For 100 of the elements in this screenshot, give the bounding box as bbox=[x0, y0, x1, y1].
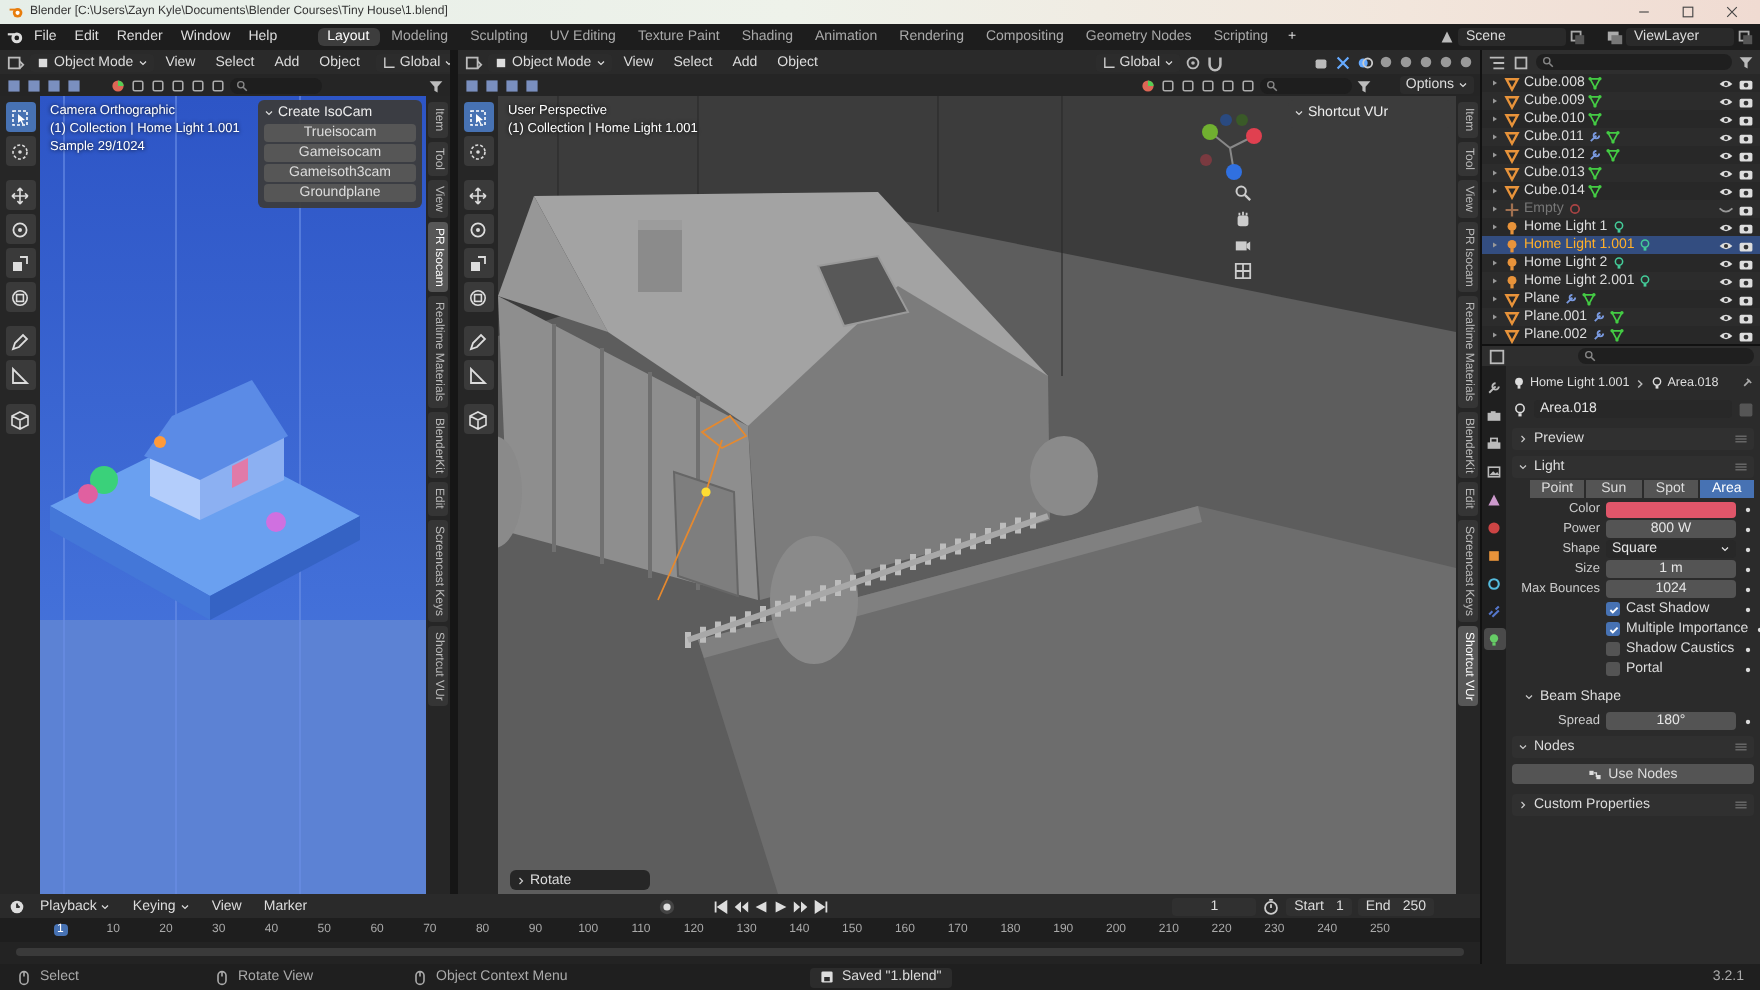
select-box-tool-button[interactable] bbox=[5, 102, 35, 132]
vertex-triangle-icon[interactable] bbox=[1609, 328, 1624, 342]
keyframe-dot-icon[interactable] bbox=[1742, 583, 1754, 595]
properties-tab[interactable] bbox=[1483, 516, 1505, 538]
funnel-icon[interactable] bbox=[1738, 54, 1754, 70]
camera-icon[interactable] bbox=[1738, 237, 1754, 253]
properties-tab[interactable] bbox=[1483, 572, 1505, 594]
vertex-triangle-icon[interactable] bbox=[1588, 76, 1603, 90]
bulb-outline-icon[interactable] bbox=[1638, 274, 1653, 288]
keyframe-dot-icon[interactable] bbox=[1742, 643, 1754, 655]
select-box-tool-button[interactable] bbox=[463, 102, 493, 132]
properties-tab[interactable] bbox=[1483, 432, 1505, 454]
gizmo-icon[interactable] bbox=[1334, 53, 1352, 71]
camera-icon[interactable] bbox=[1738, 291, 1754, 307]
camera-icon[interactable] bbox=[1738, 93, 1754, 109]
wrench-icon[interactable] bbox=[1587, 130, 1602, 144]
bulb-outline-icon[interactable] bbox=[1512, 401, 1528, 417]
editor-type-icon[interactable] bbox=[464, 53, 484, 71]
ruler-tool-button[interactable] bbox=[463, 360, 493, 390]
cube-tool-button[interactable] bbox=[463, 404, 493, 434]
eye-icon[interactable] bbox=[1718, 255, 1734, 271]
keyframe-dot-icon[interactable] bbox=[1742, 543, 1754, 555]
camera-icon[interactable] bbox=[1738, 111, 1754, 127]
eye-icon[interactable] bbox=[1718, 309, 1734, 325]
checkbox[interactable] bbox=[1606, 662, 1620, 676]
eye-icon[interactable] bbox=[1718, 291, 1734, 307]
vertex-triangle-icon[interactable] bbox=[1606, 148, 1621, 162]
editor-type-icon[interactable] bbox=[6, 53, 26, 71]
record-icon[interactable] bbox=[657, 897, 676, 915]
camera-icon[interactable] bbox=[1738, 255, 1754, 271]
copy-icon[interactable] bbox=[1568, 28, 1586, 46]
properties-tab[interactable] bbox=[1483, 628, 1505, 650]
camera-icon[interactable] bbox=[1738, 129, 1754, 145]
camera-icon[interactable] bbox=[1738, 327, 1754, 343]
layers-icon[interactable] bbox=[1606, 28, 1624, 46]
cursor-tool-button[interactable] bbox=[463, 136, 493, 166]
drag-handle-icon[interactable] bbox=[1734, 740, 1748, 754]
properties-tab[interactable] bbox=[1483, 600, 1505, 622]
ruler-tool-button[interactable] bbox=[5, 360, 35, 390]
eye-icon[interactable] bbox=[1718, 183, 1734, 199]
checkbox[interactable] bbox=[1606, 622, 1620, 636]
eye-icon[interactable] bbox=[1718, 219, 1734, 235]
jump-end-icon[interactable] bbox=[811, 897, 830, 915]
transform-tool-button[interactable] bbox=[5, 282, 35, 312]
rotate-tool-button[interactable] bbox=[5, 214, 35, 244]
vertex-triangle-icon[interactable] bbox=[1588, 94, 1603, 108]
vertex-triangle-icon[interactable] bbox=[1588, 184, 1603, 198]
editor-type-icon[interactable] bbox=[1488, 53, 1506, 71]
wrench-icon[interactable] bbox=[1591, 310, 1606, 324]
eye-icon[interactable] bbox=[1718, 147, 1734, 163]
eye-icon[interactable] bbox=[1718, 129, 1734, 145]
grid-icon[interactable] bbox=[1234, 262, 1252, 280]
wrench-icon[interactable] bbox=[1563, 292, 1578, 306]
search-field[interactable] bbox=[1259, 77, 1352, 93]
bulb-outline-icon[interactable] bbox=[1611, 220, 1626, 234]
vertex-triangle-icon[interactable] bbox=[1609, 310, 1624, 324]
drag-handle-icon[interactable] bbox=[1734, 798, 1748, 812]
close-icon[interactable] bbox=[1724, 4, 1740, 20]
eye-icon[interactable] bbox=[1718, 93, 1734, 109]
cube-tool-button[interactable] bbox=[5, 404, 35, 434]
bulb-outline-icon[interactable] bbox=[1611, 256, 1626, 270]
eye-icon[interactable] bbox=[1718, 327, 1734, 343]
camera-icon[interactable] bbox=[1738, 165, 1754, 181]
camera-icon[interactable] bbox=[1234, 236, 1252, 254]
pencil-tool-button[interactable] bbox=[463, 326, 493, 356]
camera-icon[interactable] bbox=[1738, 219, 1754, 235]
keyframe-dot-icon[interactable] bbox=[1742, 603, 1754, 615]
rotate-tool-button[interactable] bbox=[463, 214, 493, 244]
eye-icon[interactable] bbox=[1718, 165, 1734, 181]
jump-start-icon[interactable] bbox=[711, 897, 730, 915]
stopwatch-icon[interactable] bbox=[1262, 897, 1281, 915]
scale-tool-button[interactable] bbox=[5, 248, 35, 278]
editor-type-icon[interactable] bbox=[1488, 347, 1506, 365]
keyframe-dot-icon[interactable] bbox=[1742, 523, 1754, 535]
search-field[interactable] bbox=[1536, 54, 1732, 70]
eye-icon[interactable] bbox=[1718, 75, 1734, 91]
keyframe-dot-icon[interactable] bbox=[1742, 663, 1754, 675]
scale-tool-button[interactable] bbox=[463, 248, 493, 278]
pivot-icon[interactable] bbox=[1184, 53, 1202, 71]
color-wheel-icon[interactable] bbox=[110, 77, 126, 93]
drag-handle-icon[interactable] bbox=[1734, 460, 1748, 474]
eye-icon[interactable] bbox=[1718, 111, 1734, 127]
keyframe-dot-icon[interactable] bbox=[1742, 503, 1754, 515]
camera-icon[interactable] bbox=[1738, 147, 1754, 163]
maximize-icon[interactable] bbox=[1680, 4, 1696, 20]
camera-icon[interactable] bbox=[1738, 201, 1754, 217]
wrench-icon[interactable] bbox=[1591, 328, 1606, 342]
overlay-icon[interactable] bbox=[1356, 53, 1374, 71]
search-field[interactable] bbox=[1578, 348, 1754, 364]
camera-icon[interactable] bbox=[1738, 75, 1754, 91]
drag-handle-icon[interactable] bbox=[1734, 432, 1748, 446]
vertex-triangle-icon[interactable] bbox=[1605, 130, 1620, 144]
checkbox[interactable] bbox=[1606, 642, 1620, 656]
blender-logo-icon[interactable] bbox=[6, 28, 24, 46]
eye-icon[interactable] bbox=[1718, 237, 1734, 253]
ring-icon[interactable] bbox=[1567, 202, 1582, 216]
search-field[interactable] bbox=[230, 77, 322, 93]
pin-icon[interactable] bbox=[1740, 376, 1754, 390]
properties-tab[interactable] bbox=[1483, 460, 1505, 482]
pencil-tool-button[interactable] bbox=[5, 326, 35, 356]
